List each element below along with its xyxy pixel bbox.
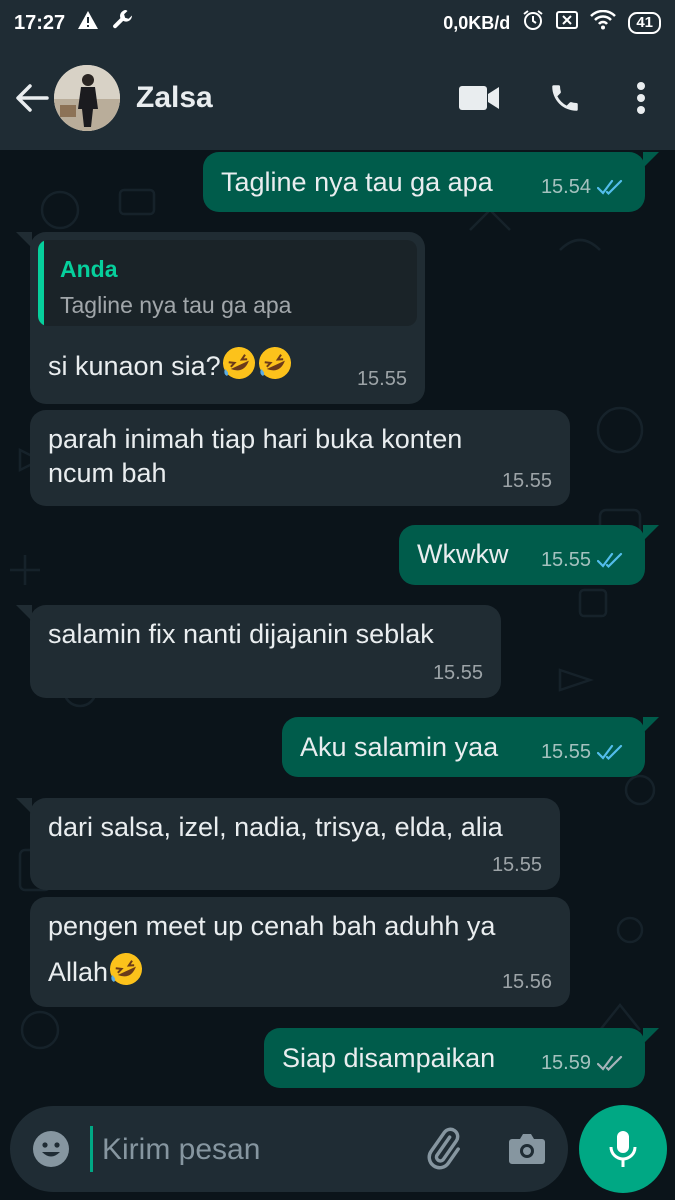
message-text: salamin fix nanti dijajanin seblak (48, 619, 434, 649)
emoji-button[interactable] (30, 1128, 72, 1170)
message-bubble-incoming[interactable]: pengen meet up cenah bah aduhh ya Allah … (30, 897, 570, 1007)
rolling-laughing-emoji-icon (258, 347, 291, 379)
message-text: Aku salamin yaa (300, 732, 499, 762)
emoji-icon (33, 1131, 69, 1167)
message-time: 15.56 (501, 971, 552, 993)
back-button[interactable] (2, 68, 62, 128)
message-time: 15.55 (501, 470, 552, 492)
message-bubble-incoming[interactable]: dari salsa, izel, nadia, trisya, elda, a… (16, 798, 560, 890)
back-arrow-icon (16, 84, 49, 112)
message-input[interactable] (100, 1126, 404, 1174)
message-text: si kunaon sia? (48, 351, 221, 381)
message-bubble-outgoing[interactable]: Aku salamin yaa 15.55 (282, 717, 659, 777)
voice-call-icon (552, 85, 578, 111)
message-meta: 15.55 (357, 362, 407, 396)
rolling-laughing-emoji-icon (110, 953, 143, 985)
message-bubble-incoming[interactable]: parah inimah tiap hari buka konten ncum … (30, 410, 570, 506)
more-options-button[interactable] (621, 68, 661, 128)
contact-name[interactable]: Zalsa (136, 81, 449, 115)
no-sim-icon (556, 11, 579, 35)
more-options-icon (637, 82, 645, 114)
message-bubble-incoming[interactable]: Anda Tagline nya tau ga apa si kunaon si… (16, 232, 425, 404)
message-text-line: Allah (48, 957, 109, 987)
message-text-row: Allah (48, 951, 144, 989)
message-bubble-incoming[interactable]: salamin fix nanti dijajanin seblak 15.55 (16, 605, 501, 698)
status-time: 17:27 (14, 11, 66, 34)
message-time: 15.55 (432, 662, 483, 684)
read-receipt-icon (597, 744, 623, 761)
text-cursor (90, 1126, 93, 1172)
message-text-line: pengen meet up cenah bah aduhh ya (48, 911, 496, 941)
message-meta: 15.55 (433, 656, 483, 690)
status-bar: 17:27 0,0KB/d 41 (0, 0, 675, 46)
wrench-icon (111, 8, 135, 38)
message-time: 15.55 (491, 854, 542, 876)
message-text-line: ncum bah (48, 458, 167, 488)
quote-text: Tagline nya tau ga apa (60, 292, 292, 318)
delivered-receipt-icon (597, 1055, 623, 1072)
chat-area[interactable]: Tagline nya tau ga apa 15.54 Anda Taglin… (0, 150, 675, 1100)
quote-accent-bar (38, 240, 44, 326)
message-time: 15.59 (540, 1052, 591, 1074)
camera-icon (509, 1134, 545, 1164)
message-text: dari salsa, izel, nadia, trisya, elda, a… (48, 812, 503, 842)
warning-icon (77, 10, 99, 36)
message-time: 15.55 (540, 741, 591, 763)
message-meta: 15.59 (541, 1046, 627, 1080)
message-time: 15.55 (356, 368, 407, 390)
message-time: 15.55 (540, 549, 591, 571)
message-text: Siap disampaikan (282, 1043, 496, 1073)
message-time: 15.54 (540, 176, 591, 198)
attach-icon (427, 1127, 460, 1170)
message-bubble-outgoing[interactable]: Tagline nya tau ga apa 15.54 (203, 152, 659, 212)
message-text: Tagline nya tau ga apa (221, 167, 493, 197)
message-meta: 15.56 (502, 965, 552, 999)
network-speed: 0,0KB/d (443, 12, 511, 33)
camera-button[interactable] (504, 1126, 550, 1172)
status-bar-left: 17:27 (14, 8, 135, 38)
mic-icon (609, 1131, 637, 1167)
message-bubble-outgoing[interactable]: Wkwkw 15.55 (399, 525, 659, 585)
video-call-icon (459, 86, 499, 110)
message-meta: 15.55 (492, 848, 542, 882)
rolling-laughing-emoji-icon (222, 347, 255, 379)
video-call-button[interactable] (449, 68, 509, 128)
wifi-icon (590, 9, 617, 36)
voice-record-button[interactable] (579, 1105, 667, 1193)
message-bubble-outgoing[interactable]: Siap disampaikan 15.59 (264, 1028, 659, 1088)
contact-avatar[interactable] (54, 65, 120, 131)
battery-indicator: 41 (628, 12, 661, 34)
read-receipt-icon (597, 552, 623, 569)
alarm-icon (522, 9, 544, 37)
message-meta: 15.55 (502, 464, 552, 498)
chat-header: Zalsa (0, 46, 675, 150)
message-text: Wkwkw (417, 539, 509, 569)
read-receipt-icon (597, 179, 623, 196)
message-meta: 15.55 (541, 735, 627, 769)
message-meta: 15.54 (541, 170, 627, 204)
status-bar-right: 0,0KB/d 41 (443, 9, 661, 37)
quoted-message[interactable]: Anda Tagline nya tau ga apa (38, 240, 417, 326)
message-composer (10, 1106, 568, 1192)
message-text-line: parah inimah tiap hari buka konten (48, 424, 463, 454)
attach-button[interactable] (420, 1126, 466, 1172)
quote-author: Anda (60, 256, 118, 282)
message-meta: 15.55 (541, 543, 627, 577)
message-text-row: si kunaon sia? (48, 345, 293, 383)
voice-call-button[interactable] (535, 68, 595, 128)
